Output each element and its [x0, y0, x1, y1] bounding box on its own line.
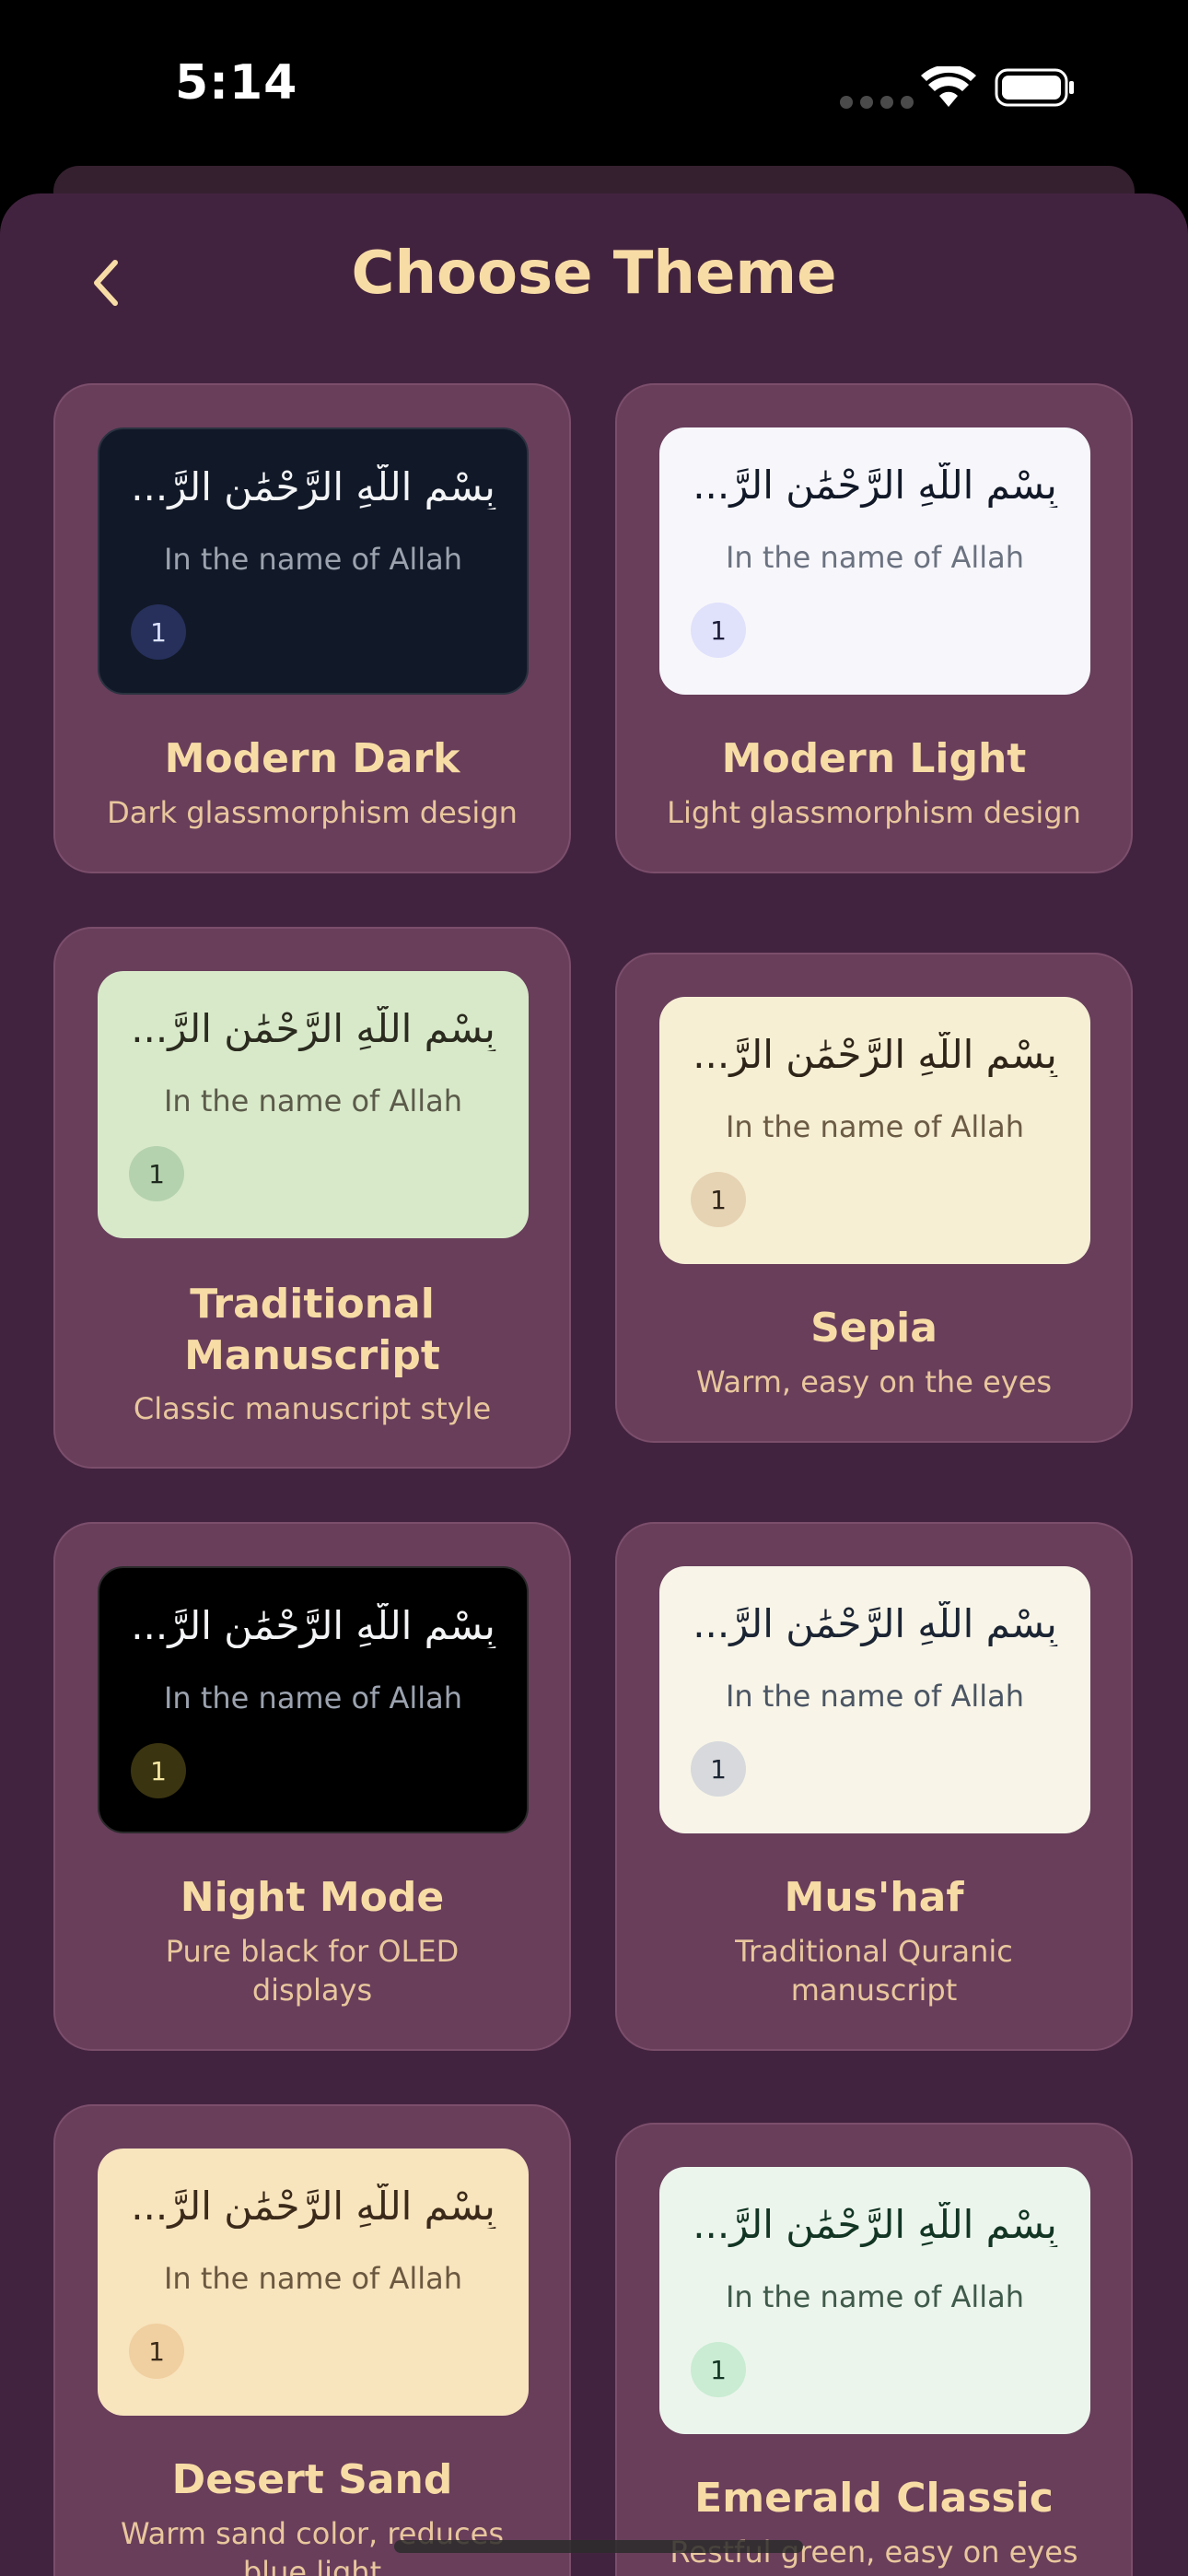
verse-number-badge: 1 [129, 1146, 184, 1201]
theme-preview: بِسْمِ اللَّهِ الرَّحْمَٰنِ الرَّ... In … [98, 2149, 529, 2416]
verse-number-badge: 1 [131, 1743, 186, 1798]
verse-number-badge: 1 [129, 2324, 184, 2379]
theme-name: Modern Dark [164, 735, 460, 782]
theme-card-modern-light[interactable]: بِسْمِ اللَّهِ الرَّحْمَٰنِ الرَّ... In … [615, 383, 1133, 873]
theme-description: Warm, easy on the eyes [695, 1364, 1053, 1399]
theme-name: Sepia [810, 1305, 938, 1352]
cellular-signal-icon [840, 96, 914, 109]
home-indicator[interactable] [394, 2540, 803, 2553]
theme-name: Traditional Manuscript [184, 1281, 440, 1379]
preview-translation-text: In the name of Allah [163, 1680, 463, 1715]
preview-arabic-text: بِسْمِ اللَّهِ الرَّحْمَٰنِ الرَّ... [131, 464, 495, 509]
preview-arabic-text: بِسْمِ اللَّهِ الرَّحْمَٰنِ الرَّ... [131, 1603, 495, 1648]
preview-arabic-text: بِسْمِ اللَّهِ الرَّحْمَٰنِ الرَّ... [693, 2202, 1057, 2247]
theme-description: Classic manuscript style [133, 1391, 492, 1426]
verse-number-badge: 1 [691, 2342, 746, 2397]
preview-translation-text: In the name of Allah [725, 1679, 1025, 1714]
theme-card-sepia[interactable]: بِسْمِ اللَّهِ الرَّحْمَٰنِ الرَّ... In … [615, 953, 1133, 1443]
preview-translation-text: In the name of Allah [725, 1109, 1025, 1144]
preview-arabic-text: بِسْمِ اللَّهِ الرَّحْمَٰنِ الرَّ... [131, 2184, 495, 2229]
preview-translation-text: In the name of Allah [163, 542, 463, 577]
verse-number-badge: 1 [691, 1172, 746, 1227]
theme-name: Night Mode [180, 1874, 445, 1921]
theme-preview: بِسْمِ اللَّهِ الرَّحْمَٰنِ الرَّ... In … [659, 1566, 1090, 1833]
theme-preview: بِسْمِ اللَّهِ الرَّحْمَٰنِ الرَّ... In … [98, 427, 529, 695]
theme-picker-sheet: Choose Theme بِسْمِ اللَّهِ الرَّحْمَٰنِ… [0, 193, 1188, 2576]
preview-translation-text: In the name of Allah [163, 1083, 463, 1118]
theme-name: Desert Sand [171, 2456, 453, 2503]
status-time: 5:14 [175, 55, 298, 111]
theme-description: Dark glassmorphism design [107, 795, 518, 830]
preview-arabic-text: بِسْمِ اللَّهِ الرَّحْمَٰنِ الرَّ... [693, 1032, 1057, 1077]
theme-card-night-mode[interactable]: بِسْمِ اللَّهِ الرَّحْمَٰنِ الرَّ... In … [53, 1522, 571, 2051]
theme-preview: بِسْمِ اللَّهِ الرَّحْمَٰنِ الرَّ... In … [659, 2167, 1090, 2434]
theme-card-mushaf[interactable]: بِسْمِ اللَّهِ الرَّحْمَٰنِ الرَّ... In … [615, 1522, 1133, 2051]
theme-card-traditional-manuscript[interactable]: بِسْمِ اللَّهِ الرَّحْمَٰنِ الرَّ... In … [53, 927, 571, 1469]
theme-description: Pure black for OLED displays [165, 1934, 460, 2008]
preview-arabic-text: بِسْمِ اللَّهِ الرَّحْمَٰنِ الرَّ... [693, 463, 1057, 508]
wifi-icon [921, 66, 976, 107]
verse-number-badge: 1 [691, 603, 746, 658]
preview-translation-text: In the name of Allah [163, 2261, 463, 2296]
preview-arabic-text: بِسْمِ اللَّهِ الرَّحْمَٰنِ الرَّ... [131, 1006, 495, 1051]
theme-preview: بِسْمِ اللَّهِ الرَّحْمَٰنِ الرَّ... In … [98, 971, 529, 1238]
preview-translation-text: In the name of Allah [725, 2279, 1025, 2314]
theme-name: Mus'haf [784, 1874, 964, 1921]
theme-preview: بِسْمِ اللَّهِ الرَّحْمَٰنِ الرَّ... In … [659, 997, 1090, 1264]
verse-number-badge: 1 [131, 604, 186, 660]
theme-name: Emerald Classic [694, 2475, 1054, 2522]
theme-card-modern-dark[interactable]: بِسْمِ اللَّهِ الرَّحْمَٰنِ الرَّ... In … [53, 383, 571, 873]
theme-description: Traditional Quranic manuscript [735, 1934, 1013, 2008]
theme-card-desert-sand[interactable]: بِسْمِ اللَّهِ الرَّحْمَٰنِ الرَّ... In … [53, 2104, 571, 2576]
page-title: Choose Theme [351, 240, 837, 308]
status-bar: 5:14 [0, 0, 1188, 175]
theme-name: Modern Light [721, 735, 1027, 782]
preview-translation-text: In the name of Allah [725, 540, 1025, 575]
header: Choose Theme [0, 193, 1188, 359]
theme-preview: بِسْمِ اللَّهِ الرَّحْمَٰنِ الرَّ... In … [98, 1566, 529, 1833]
verse-number-badge: 1 [691, 1741, 746, 1797]
theme-description: Light glassmorphism design [667, 795, 1081, 830]
battery-icon [995, 68, 1074, 107]
theme-preview: بِسْمِ اللَّهِ الرَّحْمَٰنِ الرَّ... In … [659, 427, 1090, 695]
theme-card-emerald-classic[interactable]: بِسْمِ اللَّهِ الرَّحْمَٰنِ الرَّ... In … [615, 2123, 1133, 2576]
preview-arabic-text: بِسْمِ اللَّهِ الرَّحْمَٰنِ الرَّ... [693, 1601, 1057, 1646]
